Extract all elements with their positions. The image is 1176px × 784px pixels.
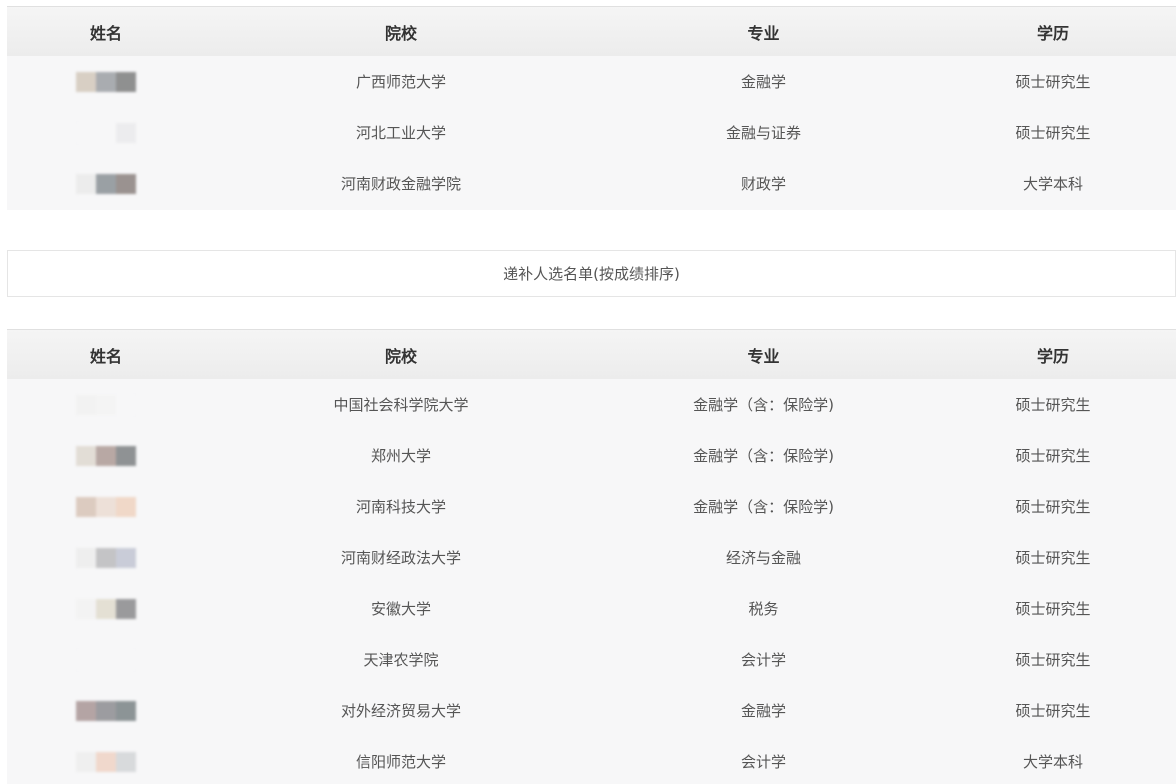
degree-cell: 硕士研究生	[1015, 702, 1091, 720]
school-cell: 天津农学院	[363, 651, 439, 669]
major-cell: 会计学	[740, 651, 786, 669]
major-cell: 金融学	[740, 702, 786, 720]
school-cell: 安徽大学	[370, 600, 431, 618]
table-row: 信阳师范大学 会计学 大学本科	[7, 736, 1176, 784]
header-degree: 学历	[1036, 23, 1069, 43]
name-cell	[7, 496, 205, 517]
table-row: 河南财政金融学院 财政学 大学本科	[7, 158, 1176, 209]
table-body: 广西师范大学 金融学 硕士研究生 河北工业大学 金融与证券 硕士研究生 河南财政金融学院 财政…	[7, 56, 1176, 209]
blurred-name	[76, 173, 136, 194]
admitted-list-table: 姓名 院校 专业 学历 广西师范大学 金融学 硕士研究生 河北工业大学 金融与证券 硕士研…	[7, 6, 1176, 210]
school-cell: 河北工业大学	[355, 124, 446, 142]
header-major: 专业	[747, 23, 780, 43]
school-cell: 信阳师范大学	[355, 753, 446, 771]
table-header: 姓名 院校 专业 学历	[7, 6, 1176, 56]
major-cell: 金融学	[740, 73, 786, 91]
major-cell: 会计学	[740, 753, 786, 771]
major-cell: 金融学（含：保险学)	[693, 498, 834, 516]
name-cell	[7, 71, 205, 92]
school-cell: 中国社会科学院大学	[333, 396, 469, 414]
name-cell	[7, 649, 205, 670]
page: 姓名 院校 专业 学历 广西师范大学 金融学 硕士研究生 河北工业大学 金融与证券 硕士研…	[0, 0, 1176, 784]
blurred-name	[76, 71, 136, 92]
school-cell: 对外经济贸易大学	[340, 702, 461, 720]
degree-cell: 硕士研究生	[1015, 396, 1091, 414]
alternate-list-table: 姓名 院校 专业 学历 中国社会科学院大学 金融学（含：保险学) 硕士研究生 郑州大学…	[7, 329, 1176, 784]
blurred-name	[76, 547, 136, 568]
alternate-list-title: 递补人选名单(按成绩排序)	[7, 250, 1176, 297]
school-cell: 河南科技大学	[355, 498, 446, 516]
blurred-name	[76, 751, 136, 772]
name-cell	[7, 700, 205, 721]
blurred-name	[76, 496, 136, 517]
header-degree: 学历	[1036, 346, 1069, 366]
major-cell: 金融与证券	[725, 124, 801, 142]
table-row: 河南科技大学 金融学（含：保险学) 硕士研究生	[7, 481, 1176, 532]
major-cell: 金融学（含：保险学)	[693, 396, 834, 414]
header-major: 专业	[747, 346, 780, 366]
degree-cell: 大学本科	[1022, 753, 1083, 771]
blurred-name	[76, 700, 136, 721]
school-cell: 广西师范大学	[355, 73, 446, 91]
school-cell: 河南财经政法大学	[340, 549, 461, 567]
table-row: 对外经济贸易大学 金融学 硕士研究生	[7, 685, 1176, 736]
degree-cell: 硕士研究生	[1015, 73, 1091, 91]
name-cell	[7, 598, 205, 619]
table-row: 广西师范大学 金融学 硕士研究生	[7, 56, 1176, 107]
blurred-name	[76, 122, 136, 143]
major-cell: 财政学	[740, 175, 786, 193]
table-body: 中国社会科学院大学 金融学（含：保险学) 硕士研究生 郑州大学 金融学（含：保险学) 硕士…	[7, 379, 1176, 784]
name-cell	[7, 751, 205, 772]
name-cell	[7, 122, 205, 143]
table-row: 河南财经政法大学 经济与金融 硕士研究生	[7, 532, 1176, 583]
header-name: 姓名	[89, 346, 122, 366]
degree-cell: 硕士研究生	[1015, 549, 1091, 567]
major-cell: 金融学（含：保险学)	[693, 447, 834, 465]
blurred-name	[76, 394, 136, 415]
blurred-name	[76, 445, 136, 466]
table-row: 郑州大学 金融学（含：保险学) 硕士研究生	[7, 430, 1176, 481]
header-school: 院校	[384, 23, 417, 43]
degree-cell: 硕士研究生	[1015, 651, 1091, 669]
table-row: 天津农学院 会计学 硕士研究生	[7, 634, 1176, 685]
major-cell: 经济与金融	[725, 549, 801, 567]
table-row: 安徽大学 税务 硕士研究生	[7, 583, 1176, 634]
degree-cell: 硕士研究生	[1015, 124, 1091, 142]
degree-cell: 硕士研究生	[1015, 600, 1091, 618]
name-cell	[7, 173, 205, 194]
header-name: 姓名	[89, 23, 122, 43]
school-cell: 河南财政金融学院	[340, 175, 461, 193]
name-cell	[7, 547, 205, 568]
blurred-name	[76, 598, 136, 619]
school-cell: 郑州大学	[370, 447, 431, 465]
table-row: 河北工业大学 金融与证券 硕士研究生	[7, 107, 1176, 158]
header-school: 院校	[384, 346, 417, 366]
major-cell: 税务	[748, 600, 779, 618]
table-row: 中国社会科学院大学 金融学（含：保险学) 硕士研究生	[7, 379, 1176, 430]
degree-cell: 大学本科	[1022, 175, 1083, 193]
name-cell	[7, 445, 205, 466]
degree-cell: 硕士研究生	[1015, 447, 1091, 465]
name-cell	[7, 394, 205, 415]
blurred-name	[76, 649, 136, 670]
degree-cell: 硕士研究生	[1015, 498, 1091, 516]
table-header: 姓名 院校 专业 学历	[7, 329, 1176, 379]
